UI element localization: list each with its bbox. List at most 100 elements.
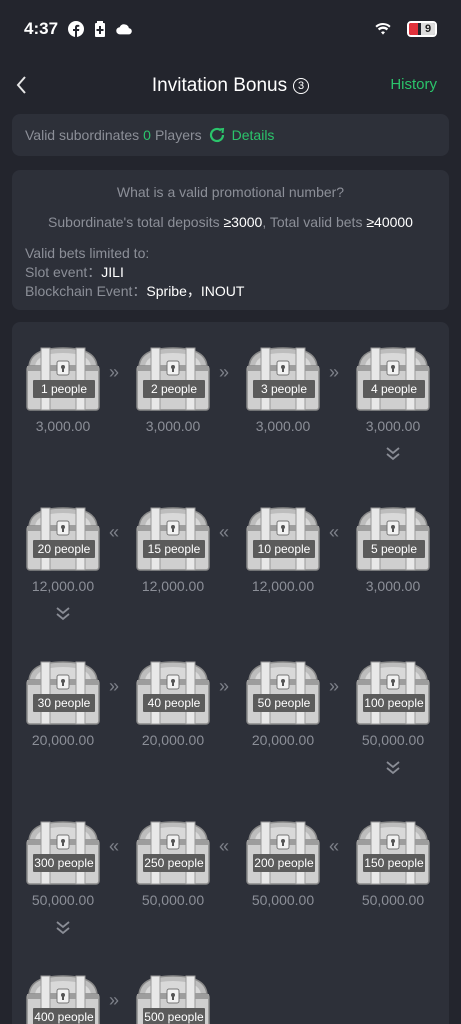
chest-amount: 3,000.00: [255, 418, 311, 434]
treasure-chest[interactable]: 500 people: [133, 972, 213, 1024]
chest-amount: 20,000.00: [251, 732, 315, 748]
treasure-chest[interactable]: 50 people: [243, 658, 323, 726]
chest-icon: [356, 507, 430, 571]
chest-icon: [246, 347, 320, 411]
chest-amount: 50,000.00: [31, 892, 95, 908]
double-chevron-down-icon: [386, 761, 400, 775]
details-link[interactable]: Details: [232, 127, 275, 143]
chest-amount: 50,000.00: [361, 892, 425, 908]
chest-label: 400 people: [33, 1008, 95, 1024]
chest-icon: [136, 347, 210, 411]
deposit-label: Subordinate's total deposits: [48, 214, 224, 230]
chest-label: 15 people: [143, 540, 205, 558]
chest-amount: 12,000.00: [251, 578, 315, 594]
chest-amount: 50,000.00: [361, 732, 425, 748]
status-bar: 4:37 9: [0, 0, 461, 58]
treasure-chest[interactable]: 5 people: [353, 504, 433, 572]
chest-amount: 50,000.00: [141, 892, 205, 908]
limited-label: Valid bets limited to:: [25, 245, 150, 261]
chest-label: 2 people: [143, 380, 205, 398]
chest-amount: 20,000.00: [31, 732, 95, 748]
wifi-icon: [375, 21, 391, 37]
treasure-chest[interactable]: 150 people: [353, 818, 433, 886]
back-button[interactable]: [10, 72, 36, 98]
battery-indicator: 9: [407, 21, 437, 37]
treasure-chest[interactable]: 30 people: [23, 658, 103, 726]
battery-level: 9: [421, 23, 435, 35]
chest-icon: [136, 821, 210, 885]
chest-icon: [26, 347, 100, 411]
treasure-chest[interactable]: 4 people: [353, 344, 433, 412]
double-chevron-down-icon: [56, 921, 70, 935]
chest-amount: 3,000.00: [365, 418, 421, 434]
subordinates-card: Valid subordinates 0 Players Details: [12, 114, 449, 156]
chest-icon: [26, 821, 100, 885]
chest-label: 10 people: [253, 540, 315, 558]
chest-label: 200 people: [253, 854, 315, 872]
chest-amount: 50,000.00: [251, 892, 315, 908]
history-link[interactable]: History: [390, 76, 437, 93]
treasure-chest[interactable]: 3 people: [243, 344, 323, 412]
chest-icon: [136, 507, 210, 571]
chest-label: 40 people: [143, 694, 205, 712]
treasure-chest[interactable]: 100 people: [353, 658, 433, 726]
treasure-chest[interactable]: 20 people: [23, 504, 103, 572]
treasure-chest[interactable]: 1 people: [23, 344, 103, 412]
slot-label: Slot event：: [25, 264, 102, 280]
chest-label: 20 people: [33, 540, 95, 558]
chest-amount: 3,000.00: [365, 578, 421, 594]
title-badge: 3: [293, 78, 310, 94]
double-chevron-right-icon: »: [109, 676, 120, 696]
page-header: Invitation Bonus 3 History: [0, 60, 461, 112]
chest-amount: 20,000.00: [141, 732, 205, 748]
treasure-chest[interactable]: 10 people: [243, 504, 323, 572]
subordinates-label: Valid subordinates: [25, 127, 140, 143]
page-title-text: Invitation Bonus: [151, 75, 288, 96]
refresh-icon[interactable]: [208, 126, 226, 144]
double-chevron-right-icon: »: [329, 362, 340, 382]
treasure-chest[interactable]: 250 people: [133, 818, 213, 886]
chest-label: 4 people: [363, 380, 425, 398]
double-chevron-left-icon: «: [219, 836, 230, 856]
treasure-chest[interactable]: 2 people: [133, 344, 213, 412]
battery-saver-icon: [92, 21, 108, 37]
treasure-chest[interactable]: 400 people: [23, 972, 103, 1024]
chest-icon: [246, 507, 320, 571]
chest-label: 1 people: [33, 380, 95, 398]
chevron-left-icon: [16, 76, 26, 94]
treasure-chest[interactable]: 40 people: [133, 658, 213, 726]
double-chevron-right-icon: »: [109, 990, 120, 1010]
chest-label: 300 people: [33, 854, 95, 872]
cloud-icon: [116, 21, 132, 37]
treasure-chest[interactable]: 200 people: [243, 818, 323, 886]
chest-label: 30 people: [33, 694, 95, 712]
chest-label: 3 people: [253, 380, 315, 398]
chest-icon: [246, 661, 320, 725]
chest-label: 250 people: [143, 854, 205, 872]
chest-icon: [356, 661, 430, 725]
rules-question: What is a valid promotional number?: [116, 184, 345, 200]
double-chevron-right-icon: »: [219, 676, 230, 696]
rules-requirement: Subordinate's total deposits ≥3000, Tota…: [25, 214, 436, 230]
double-chevron-right-icon: »: [329, 676, 340, 696]
chest-label: 150 people: [363, 854, 425, 872]
chest-icon: [356, 347, 430, 411]
deposit-threshold: ≥3000: [223, 214, 263, 230]
page-title: Invitation Bonus 3: [151, 75, 310, 97]
chest-icon: [26, 661, 100, 725]
double-chevron-left-icon: «: [109, 836, 120, 856]
chain-label: Blockchain Event：: [25, 283, 147, 299]
chest-icon: [26, 507, 100, 571]
double-chevron-down-icon: [56, 607, 70, 621]
double-chevron-right-icon: »: [219, 362, 230, 382]
chest-label: 5 people: [363, 540, 425, 558]
double-chevron-left-icon: «: [329, 836, 340, 856]
treasure-chest[interactable]: 15 people: [133, 504, 213, 572]
chest-amount: 12,000.00: [141, 578, 205, 594]
slot-value: JILI: [101, 264, 124, 280]
status-time: 4:37: [24, 19, 59, 38]
double-chevron-left-icon: «: [329, 522, 340, 542]
treasure-chest[interactable]: 300 people: [23, 818, 103, 886]
bets-label: , Total valid bets: [262, 214, 367, 230]
chest-amount: 3,000.00: [145, 418, 201, 434]
